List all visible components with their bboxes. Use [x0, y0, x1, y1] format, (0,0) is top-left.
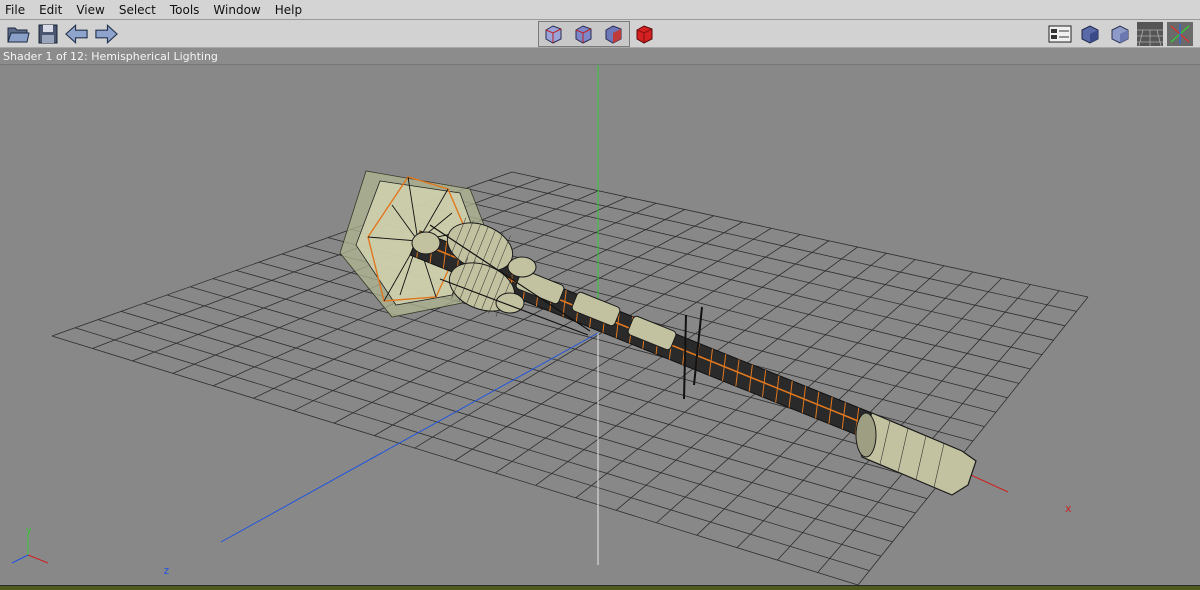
back-arrow-icon[interactable] — [64, 22, 89, 46]
ground-grid — [51, 171, 1089, 585]
bottom-strip — [0, 585, 1200, 590]
save-icon[interactable] — [35, 22, 60, 46]
orientation-gizmo — [11, 535, 49, 564]
menu-help[interactable]: Help — [270, 0, 311, 20]
z-axis-line — [220, 332, 599, 543]
solid-red-cube-icon[interactable] — [631, 22, 656, 46]
forward-arrow-icon[interactable] — [94, 22, 119, 46]
axes-toggle-icon[interactable] — [1166, 22, 1194, 46]
grid-line — [488, 179, 1077, 312]
properties-panel-icon[interactable] — [1047, 22, 1072, 46]
menu-edit[interactable]: Edit — [34, 0, 71, 20]
menu-tools[interactable]: Tools — [165, 0, 209, 20]
z-axis-label: z — [163, 564, 170, 577]
antenna-mast — [683, 314, 687, 400]
tank-endcap — [507, 256, 537, 278]
scene-canvas — [11, 65, 1089, 585]
wireframe-cube-icon[interactable] — [540, 22, 565, 46]
y-axis-label: y — [26, 526, 32, 536]
light-cube-icon[interactable] — [1107, 22, 1132, 46]
menu-file[interactable]: File — [0, 0, 34, 20]
gizmo-x-line — [27, 554, 49, 564]
spaceship-model[interactable] — [339, 170, 977, 496]
gizmo-z-line — [11, 554, 29, 564]
shaded-cube-icon[interactable] — [1077, 22, 1102, 46]
menu-window[interactable]: Window — [208, 0, 269, 20]
menu-view[interactable]: View — [71, 0, 113, 20]
module-rear-ring — [855, 412, 877, 458]
menu-bar: File Edit View Select Tools Window Help — [0, 0, 1200, 20]
hub-dome — [411, 231, 441, 255]
shader-status: Shader 1 of 12: Hemispherical Lighting — [0, 48, 1200, 65]
toolbar — [0, 20, 1200, 48]
flat-cube-icon[interactable] — [600, 22, 625, 46]
menu-select[interactable]: Select — [114, 0, 165, 20]
tank-endcap — [495, 292, 525, 314]
grid-toggle-icon[interactable] — [1136, 22, 1164, 46]
x-axis-label: x — [1065, 502, 1072, 515]
3d-viewport[interactable]: x z y — [0, 65, 1200, 585]
open-folder-icon[interactable] — [5, 22, 30, 46]
shaded-wireframe-cube-icon[interactable] — [570, 22, 595, 46]
